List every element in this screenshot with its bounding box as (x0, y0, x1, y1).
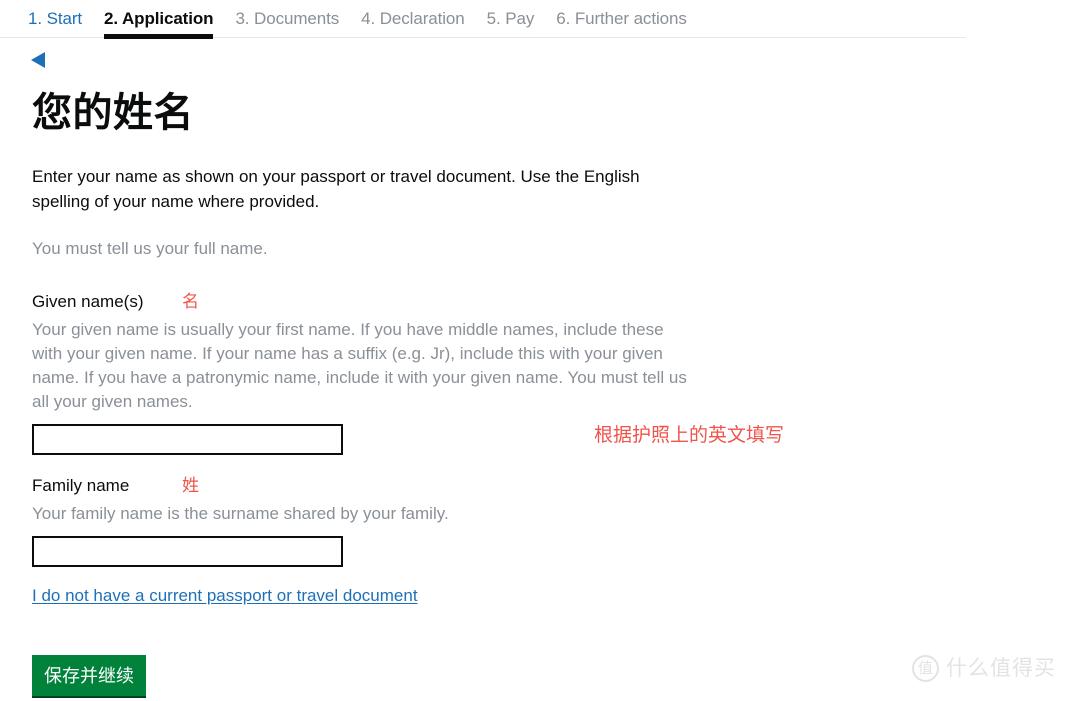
family-name-annotation: 姓 (182, 476, 199, 495)
family-name-label-row: Family name 姓 (32, 475, 732, 497)
family-name-input[interactable] (32, 536, 343, 567)
passport-english-note: 根据护照上的英文填写 (594, 425, 785, 446)
step-tab-start-label: 1. Start (28, 9, 83, 28)
progress-steps-bar: 1. Start 2. Application 3. Documents 4. … (0, 0, 966, 39)
no-passport-link[interactable]: I do not have a current passport or trav… (32, 585, 418, 607)
given-name-annotation: 名 (182, 292, 199, 311)
page-title: 您的姓名 (32, 91, 194, 135)
progress-steps: 1. Start 2. Application 3. Documents 4. … (28, 8, 687, 39)
given-name-input[interactable] (32, 424, 343, 455)
intro-paragraph: Enter your name as shown on your passpor… (32, 167, 640, 211)
watermark: 值 什么值得买 (912, 655, 1056, 682)
step-tab-pay[interactable]: 5. Pay (487, 8, 535, 38)
step-tab-further-actions-label: 6. Further actions (556, 9, 687, 28)
given-name-hint: Your given name is usually your first na… (32, 320, 687, 411)
step-tab-documents-label: 3. Documents (235, 9, 340, 28)
step-tab-application-label: 2. Application (104, 9, 214, 28)
step-tab-declaration[interactable]: 4. Declaration (361, 8, 465, 38)
watermark-badge-icon: 值 (912, 655, 939, 682)
triangle-left-icon (30, 51, 47, 69)
step-tab-declaration-label: 4. Declaration (361, 9, 465, 28)
given-name-label-row: Given name(s) 名 (32, 291, 732, 313)
family-name-label: Family name (32, 476, 130, 495)
full-name-notice: You must tell us your full name. (32, 239, 268, 258)
step-tab-application[interactable]: 2. Application (104, 8, 214, 39)
watermark-text: 什么值得买 (946, 656, 1056, 680)
family-name-hint: Your family name is the surname shared b… (32, 504, 449, 523)
step-tab-start[interactable]: 1. Start (28, 8, 82, 38)
step-tab-further-actions[interactable]: 6. Further actions (556, 8, 687, 38)
step-tab-pay-label: 5. Pay (486, 9, 535, 28)
given-name-label: Given name(s) (32, 292, 144, 311)
main-content: 您的姓名 Enter your name as shown on your pa… (32, 90, 732, 698)
back-button[interactable] (30, 48, 60, 72)
step-tab-documents[interactable]: 3. Documents (235, 8, 339, 38)
save-and-continue-button[interactable]: 保存并继续 (32, 655, 146, 698)
family-name-field-block: Family name 姓 Your family name is the su… (32, 475, 732, 567)
